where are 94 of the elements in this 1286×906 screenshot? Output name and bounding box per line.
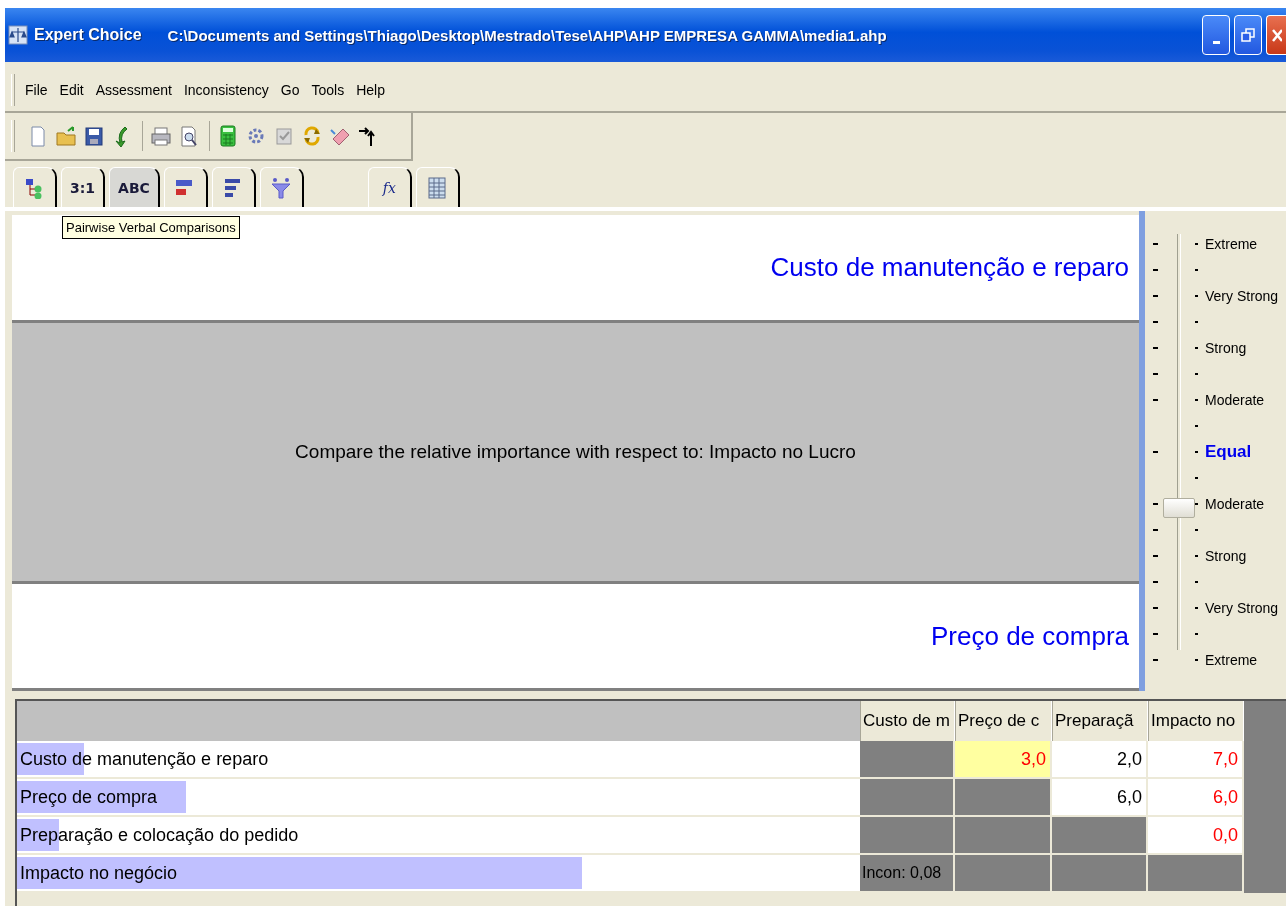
scale-label: Extreme bbox=[1205, 236, 1258, 252]
menu-item[interactable]: Assessment bbox=[95, 81, 172, 98]
tick-mark bbox=[1153, 659, 1158, 661]
row-label: Preço de compra bbox=[19, 786, 158, 808]
row-label: Preparação e colocação do pedido bbox=[19, 824, 299, 846]
tick-mark bbox=[1195, 503, 1198, 505]
print-preview-icon bbox=[178, 125, 200, 147]
column-header: Impacto no bbox=[1148, 701, 1244, 741]
scales-icon bbox=[8, 25, 28, 45]
tick-mark bbox=[1195, 607, 1198, 609]
tick-mark bbox=[1195, 399, 1198, 401]
tick-mark bbox=[1153, 243, 1158, 245]
tick-mark bbox=[1153, 321, 1158, 323]
menu-item[interactable]: Help bbox=[356, 81, 385, 98]
table-cell[interactable]: 7,0 bbox=[1148, 741, 1244, 779]
window-title: Expert Choice bbox=[34, 26, 142, 44]
tick-mark bbox=[1195, 269, 1198, 271]
table-cell[interactable]: 6,0 bbox=[1052, 779, 1148, 817]
column-header: Preparaçã bbox=[1052, 701, 1148, 741]
prompt-text: Compare the relative importance with respect to: Impacto no Lucro bbox=[295, 441, 856, 463]
tooltip: Pairwise Verbal Comparisons bbox=[62, 216, 240, 239]
menu-item[interactable]: Edit bbox=[59, 81, 84, 98]
menu-item[interactable]: Go bbox=[280, 81, 300, 98]
tick-mark bbox=[1195, 581, 1198, 583]
tick-mark bbox=[1195, 659, 1198, 661]
menu-item[interactable]: Tools bbox=[311, 81, 345, 98]
table-cell[interactable]: 6,0 bbox=[1148, 779, 1244, 817]
tick-mark bbox=[1195, 425, 1198, 427]
minimize-icon bbox=[1212, 40, 1220, 44]
print-icon bbox=[150, 125, 172, 147]
tab[interactable] bbox=[211, 167, 256, 207]
scale-label: Extreme bbox=[1205, 652, 1258, 668]
tick-mark bbox=[1153, 529, 1158, 531]
tick-mark bbox=[1195, 373, 1198, 375]
column-header: Custo de m bbox=[860, 701, 955, 741]
element-label: Preço de compra bbox=[931, 620, 1129, 652]
slider-thumb[interactable] bbox=[1163, 497, 1195, 518]
table-cell[interactable]: 0,0 bbox=[1148, 817, 1244, 855]
restore-icon bbox=[1241, 28, 1255, 42]
table-cell[interactable]: 3,0 bbox=[955, 741, 1052, 779]
tick-mark bbox=[1153, 347, 1158, 349]
checklist-icon bbox=[273, 125, 295, 147]
table-cell[interactable]: 2,0 bbox=[1052, 741, 1148, 779]
tick-mark bbox=[1153, 581, 1158, 583]
tab[interactable] bbox=[259, 167, 304, 207]
scale-label: Moderate bbox=[1205, 392, 1265, 408]
tick-mark bbox=[1153, 269, 1158, 271]
save-icon bbox=[83, 125, 105, 147]
tick-mark bbox=[1195, 295, 1198, 297]
tick-mark bbox=[1195, 243, 1198, 245]
tick-mark bbox=[1153, 399, 1158, 401]
tick-mark bbox=[1153, 295, 1158, 297]
scale-label: Strong bbox=[1205, 340, 1247, 356]
close-button[interactable] bbox=[1266, 15, 1286, 55]
scale-label: Equal bbox=[1205, 442, 1252, 462]
inconsistency-cell: Incon: 0,08 bbox=[860, 855, 955, 893]
close-icon bbox=[1271, 28, 1282, 42]
file-path: C:\Documents and Settings\Thiago\Desktop\Mestrado\Tese\AHP\AHP EMPRESA GAMMA\media1.ahp bbox=[167, 26, 887, 44]
tick-mark bbox=[1195, 451, 1198, 453]
tick-mark bbox=[1153, 503, 1158, 505]
tick-mark bbox=[1195, 477, 1198, 479]
restore-button[interactable] bbox=[1234, 15, 1262, 55]
funnel-icon bbox=[270, 176, 293, 199]
tick-mark bbox=[1195, 529, 1198, 531]
tick-mark bbox=[1153, 451, 1158, 453]
tick-mark bbox=[1195, 633, 1198, 635]
tick-mark bbox=[1153, 633, 1158, 635]
tab[interactable] bbox=[415, 167, 460, 207]
tick-mark bbox=[1195, 321, 1198, 323]
tick-mark bbox=[1153, 373, 1158, 375]
tick-mark bbox=[1153, 555, 1158, 557]
menu-item[interactable]: File bbox=[25, 81, 48, 98]
minimize-button[interactable] bbox=[1202, 15, 1230, 55]
tab[interactable]: fx bbox=[367, 167, 412, 207]
calculator-icon bbox=[217, 125, 239, 147]
tick-mark bbox=[1195, 555, 1198, 557]
scale-label: Moderate bbox=[1205, 496, 1265, 512]
element-label: Custo de manutenção e reparo bbox=[770, 252, 1129, 283]
tab[interactable]: ABC bbox=[109, 167, 160, 207]
refresh-icon bbox=[301, 125, 323, 147]
scale-label: Very Strong bbox=[1205, 600, 1279, 616]
row-label: Custo de manutenção e reparo bbox=[19, 748, 269, 770]
row-label: Impacto no negócio bbox=[19, 862, 178, 884]
tab[interactable] bbox=[13, 167, 57, 207]
grid-icon bbox=[426, 176, 449, 199]
tab[interactable] bbox=[163, 167, 208, 207]
open-folder-icon bbox=[55, 125, 77, 147]
tick-mark bbox=[1153, 607, 1158, 609]
scale-label: Strong bbox=[1205, 548, 1247, 564]
scale-label: Very Strong bbox=[1205, 288, 1279, 304]
column-header: Preço de c bbox=[955, 701, 1052, 741]
tick-mark bbox=[1195, 347, 1198, 349]
tab[interactable]: 3:1 bbox=[61, 167, 106, 207]
menu-item[interactable]: Inconsistency bbox=[183, 81, 269, 98]
